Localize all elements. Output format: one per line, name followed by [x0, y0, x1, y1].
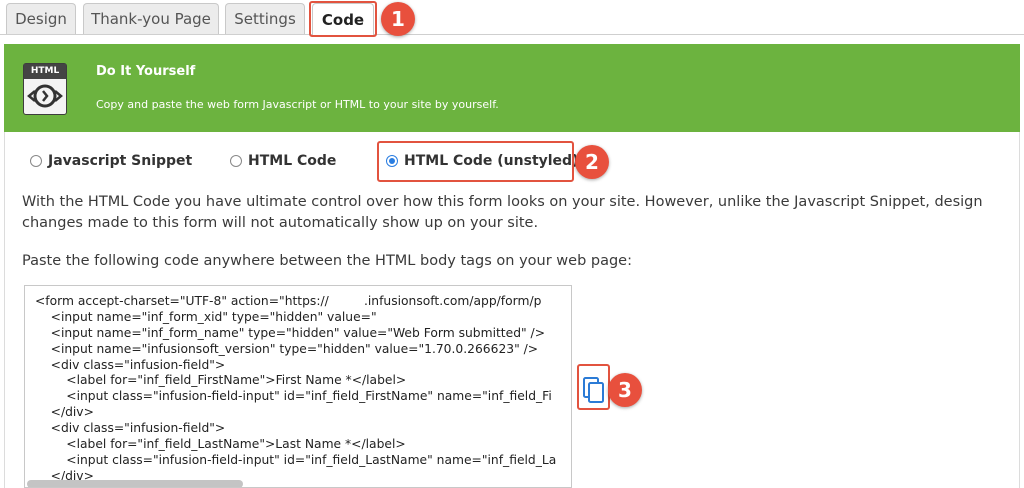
highlight-copy-button — [577, 364, 610, 410]
banner-subtitle: Copy and paste the web form Javascript o… — [96, 98, 499, 111]
tab-settings[interactable]: Settings — [225, 3, 305, 34]
tab-thank-you-page[interactable]: Thank-you Page — [83, 3, 219, 34]
code-line: <label for="inf_field_LastName">Last Nam… — [35, 437, 406, 452]
description-line-1: With the HTML Code you have ultimate con… — [22, 194, 983, 210]
highlight-unstyled-option — [377, 141, 574, 182]
html-icon-label: HTML — [24, 64, 66, 79]
callout-badge-1: 1 — [381, 2, 415, 36]
radio-label: HTML Code — [248, 153, 337, 169]
diy-banner — [4, 44, 1020, 132]
code-line: <form accept-charset="UTF-8" action="htt… — [35, 294, 542, 308]
callout-badge-3: 3 — [608, 373, 642, 407]
tab-label: Settings — [234, 10, 296, 28]
tab-bar: Design Thank-you Page Settings Code — [0, 0, 1024, 36]
code-line: <div class="infusion-field"> — [35, 357, 226, 372]
radio-javascript-snippet[interactable]: Javascript Snippet — [30, 150, 192, 172]
code-line: <input class="infusion-field-input" id="… — [35, 452, 557, 467]
code-line: <div class="infusion-field"> — [35, 421, 226, 436]
callout-badge-2: 2 — [575, 145, 609, 179]
radio-label: Javascript Snippet — [48, 153, 193, 169]
radio-button[interactable] — [230, 155, 242, 167]
callout-number: 2 — [585, 150, 599, 174]
code-line: <input name="inf_form_name" type="hidden… — [35, 325, 546, 340]
description-line-2: changes made to this form will not autom… — [22, 215, 539, 231]
tab-label: Thank-you Page — [91, 10, 211, 28]
code-line: <input name="inf_form_xid" type="hidden"… — [35, 309, 377, 324]
radio-button[interactable] — [30, 155, 42, 167]
code-line: <input class="infusion-field-input" id="… — [35, 389, 552, 404]
code-content: <form accept-charset="UTF-8" action="htt… — [25, 294, 565, 485]
callout-number: 1 — [391, 7, 405, 31]
callout-number: 3 — [618, 378, 632, 402]
code-line: <input name="infusionsoft_version" type=… — [35, 341, 539, 356]
html-icon: HTML — [23, 63, 67, 115]
tab-design[interactable]: Design — [6, 3, 76, 34]
paste-instruction: Paste the following code anywhere betwee… — [22, 253, 632, 269]
horizontal-scrollbar-thumb[interactable] — [27, 480, 243, 487]
code-textarea[interactable]: <form accept-charset="UTF-8" action="htt… — [24, 285, 572, 488]
code-line: <label for="inf_field_FirstName">First N… — [35, 373, 407, 388]
tab-label: Design — [15, 10, 67, 28]
banner-title: Do It Yourself — [96, 64, 196, 79]
tab-divider — [0, 34, 1024, 35]
code-line: </div> — [35, 405, 94, 420]
highlight-code-tab — [309, 1, 377, 37]
code-brackets-icon — [27, 84, 63, 108]
radio-html-code[interactable]: HTML Code — [230, 150, 336, 172]
